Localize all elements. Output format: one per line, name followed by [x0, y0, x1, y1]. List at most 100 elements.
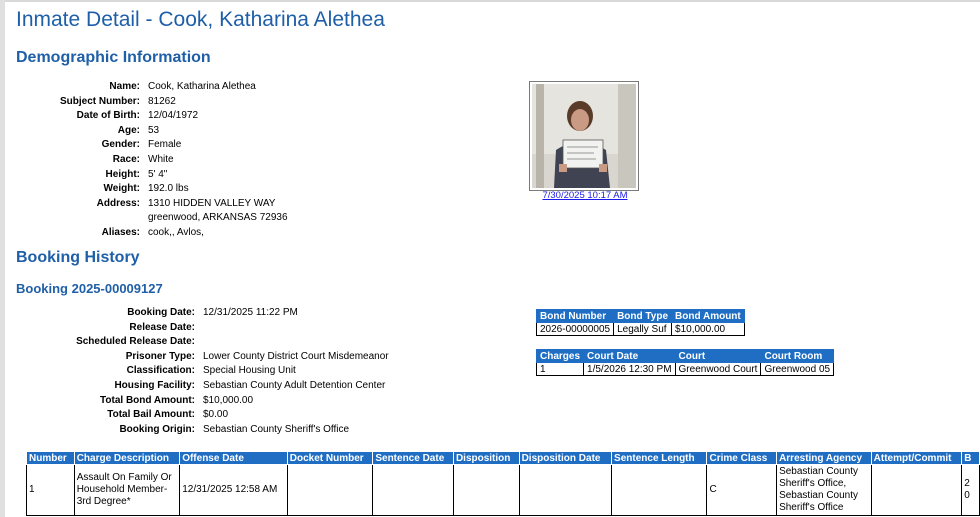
field-value-line: $10,000.00 [203, 394, 254, 406]
table-row: 2026-00000005 Legally Suf $10,000.00 [535, 322, 745, 336]
table-cell: 2026-00000005 [535, 322, 615, 336]
table-cell: Assault On Family Or Household Member-3r… [73, 464, 181, 516]
column-header[interactable]: Bond Type [613, 309, 673, 323]
field-row: Total Bond Amount: $10,000.00 [30, 394, 389, 409]
field-label: Scheduled Release Date: [76, 336, 195, 348]
field-value: Female [148, 138, 181, 153]
inmate-photo[interactable] [529, 81, 639, 191]
field-label: Age: [117, 124, 140, 136]
field-value: White [148, 153, 174, 168]
field-value-line: Sebastian County Adult Detention Center [203, 379, 386, 391]
table-cell: 1 [26, 464, 75, 516]
column-header[interactable]: Disposition Date [518, 451, 613, 465]
column-header[interactable]: Charges [535, 349, 585, 363]
photo-date-link[interactable]: 7/30/2025 10:17 AM [530, 190, 640, 201]
field-row: Race: White [30, 153, 288, 168]
table-cell [286, 464, 374, 516]
table-cell: 1 [535, 362, 585, 376]
booking-fields: Booking Date: 12/31/2025 11:22 PM Release … [30, 306, 389, 437]
field-label: Height: [105, 168, 140, 180]
field-value-line: Lower County District Court Misdemeanor [203, 350, 389, 362]
field-value: 12/04/1972 [148, 109, 198, 124]
column-header[interactable]: Court [674, 349, 762, 363]
field-row: Aliases: cook,, Avlos, [30, 226, 288, 241]
column-header[interactable]: Arresting Agency [776, 451, 872, 465]
field-label: Gender: [101, 139, 140, 151]
column-header[interactable]: Sentence Date [372, 451, 454, 465]
field-value-line: 12/31/2025 11:22 PM [203, 307, 298, 318]
field-row: Housing Facility: Sebastian County Adult … [30, 379, 389, 394]
table-cell: 12/31/2025 12:58 AM [179, 464, 288, 516]
field-label: Name: [109, 81, 140, 92]
field-row: Weight: 192.0 lbs [30, 182, 288, 197]
field-row: Subject Number: 81262 [30, 95, 288, 110]
column-header[interactable]: Court Date [583, 349, 676, 363]
column-header[interactable]: Crime Class [706, 451, 778, 465]
column-header[interactable]: Attempt/Commit [870, 451, 963, 465]
field-value-line: 53 [148, 124, 160, 136]
column-header[interactable]: Sentence Length [611, 451, 708, 465]
field-value-line: 1310 HIDDEN VALLEY WAY [148, 197, 276, 209]
field-value-line: 81262 [148, 95, 176, 107]
column-header[interactable]: Court Room [760, 349, 835, 363]
field-row: Classification: Special Housing Unit [30, 364, 389, 379]
field-value: 81262 [148, 95, 176, 110]
field-row: Date of Birth: 12/04/1972 [30, 109, 288, 124]
field-label: Booking Origin: [119, 423, 195, 435]
booking-history-heading: Booking History [16, 249, 140, 266]
field-row: Gender: Female [30, 138, 288, 153]
window-left-border [0, 0, 5, 517]
field-label: Weight: [103, 183, 140, 195]
table-row: 1 Assault On Family Or Household Member-3… [26, 464, 980, 516]
field-label: Subject Number: [59, 95, 140, 107]
column-header[interactable]: Bond Number [535, 309, 615, 323]
table-cell [372, 464, 454, 516]
column-header[interactable]: Charge Description [73, 451, 181, 465]
field-value: cook,, Avlos, [148, 226, 204, 241]
field-label: Release Date: [129, 321, 195, 333]
column-header[interactable]: Disposition [452, 451, 520, 465]
page-title: Inmate Detail - Cook, Katharina Alethea [16, 8, 385, 31]
field-label: Total Bail Amount: [107, 409, 195, 421]
field-value: 53 [148, 124, 159, 139]
field-label: Prisoner Type: [125, 350, 195, 362]
charges-table: Number Charge Description Offense Date Dock… [26, 451, 980, 516]
field-value-line: White [148, 153, 174, 165]
field-label: Race: [112, 153, 140, 165]
field-label: Classification: [126, 365, 195, 377]
field-value: Sebastian County Adult Detention Center [203, 379, 385, 394]
field-value: $10,000.00 [203, 394, 253, 409]
table-cell: Legally Suf [613, 322, 673, 336]
field-row: Age: 53 [30, 124, 288, 139]
field-row: Height: 5' 4" [30, 168, 288, 183]
field-label: Housing Facility: [114, 379, 195, 391]
field-value-line: cook,, Avlos, [148, 226, 204, 238]
column-header[interactable]: Docket Number [286, 451, 374, 465]
field-row: Name: Cook, Katharina Alethea [30, 80, 288, 95]
column-header[interactable]: Bond Amount [671, 309, 745, 323]
booking-title: Booking 2025-00009127 [16, 281, 163, 296]
demographic-heading: Demographic Information [16, 49, 211, 66]
field-value-line: 5' 4" [148, 168, 168, 180]
table-cell [611, 464, 708, 516]
field-value: 1310 HIDDEN VALLEY WAY greenwood, ARKANSA… [148, 197, 288, 226]
field-value: Sebastian County Sheriff's Office [203, 423, 349, 438]
table-cell [518, 464, 613, 516]
field-row: Release Date: [30, 321, 389, 336]
field-value-line: Cook, Katharina Alethea [148, 81, 256, 92]
field-value-line: greenwood, ARKANSAS 72936 [148, 212, 288, 224]
field-value: 192.0 lbs [148, 182, 189, 197]
field-row: Address: 1310 HIDDEN VALLEY WAY greenwood,… [30, 197, 288, 226]
table-cell: $10,000.00 [671, 322, 745, 336]
field-label: Booking Date: [127, 307, 195, 318]
field-value: Cook, Katharina Alethea [148, 80, 256, 95]
column-header[interactable]: Offense Date [179, 451, 288, 465]
table-cell: C [706, 464, 778, 516]
field-value: Lower County District Court Misdemeanor [203, 350, 389, 365]
field-value: 5' 4" [148, 168, 167, 183]
field-value: Special Housing Unit [203, 364, 296, 379]
field-label: Total Bond Amount: [100, 394, 195, 406]
table-cell: Sebastian County Sheriff's Office, Sebas… [776, 464, 872, 516]
column-header[interactable]: B [961, 451, 980, 465]
column-header[interactable]: Number [26, 451, 75, 465]
